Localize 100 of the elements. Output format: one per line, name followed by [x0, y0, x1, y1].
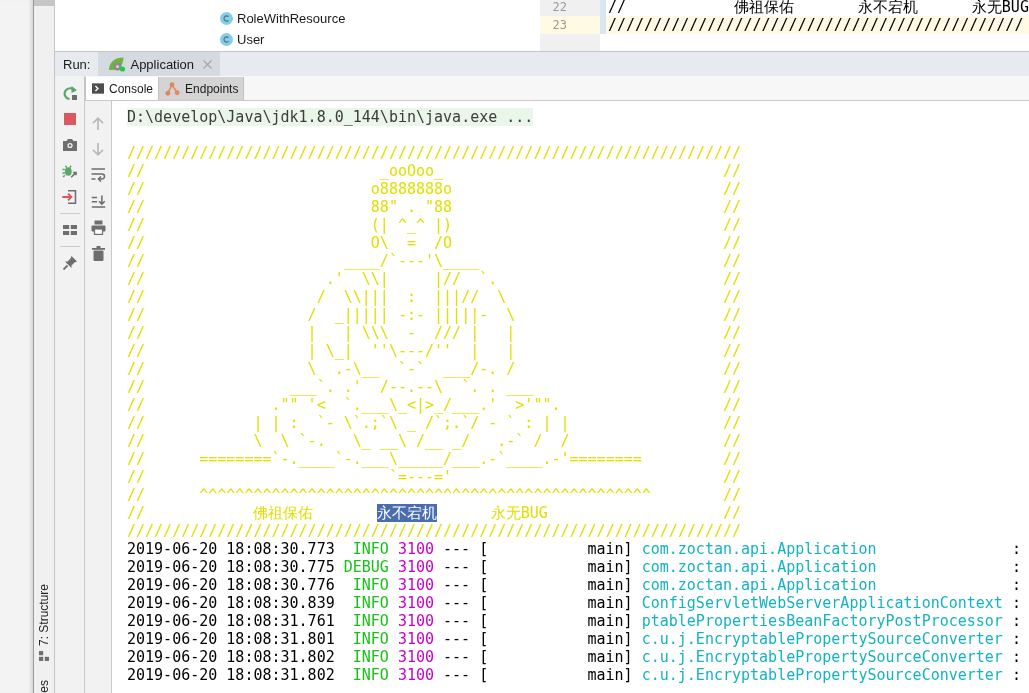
logger-name: ptablePropertiesBeanFactoryPostProcessor [641, 612, 1003, 630]
nodes-icon [165, 81, 181, 96]
log-separator: --- [443, 648, 471, 666]
process-id: 3100 [397, 558, 434, 576]
ascii-art-line: // \ \ `-. \_ __\ /__ _/ .-` / / // [127, 432, 743, 450]
log-delimiter: : [1011, 540, 1021, 558]
log-separator: --- [443, 540, 471, 558]
log-separator: --- [443, 612, 471, 630]
log-timestamp: 2019-06-20 18:08:30.776 [127, 576, 335, 594]
arrow-into-box-icon[interactable] [62, 190, 77, 204]
process-id: 3100 [397, 540, 434, 558]
square-icon[interactable] [63, 113, 76, 125]
process-id: 3100 [397, 648, 434, 666]
thread-name: main] [587, 576, 633, 594]
log-timestamp: 2019-06-20 18:08:31.802 [127, 648, 335, 666]
log-delimiter: : [1011, 648, 1021, 666]
log-timestamp: 2019-06-20 18:08:30.775 [127, 558, 335, 576]
ascii-art-line: // / \\||| : |||// \ // [127, 288, 743, 306]
ascii-art-line: // ____/`---'\____ // [127, 252, 743, 270]
log-timestamp: 2019-06-20 18:08:30.839 [127, 594, 335, 612]
comment-slashes: // [127, 504, 146, 522]
ascii-art-line: // ========`-.____`-.___\_____/___.-`____.-'======== // [127, 450, 743, 468]
line-number: 23 [540, 16, 600, 34]
log-level: INFO [352, 666, 389, 684]
log-delimiter: : [1011, 558, 1021, 576]
log-separator: --- [443, 666, 471, 684]
thread-bracket: [ [479, 612, 489, 630]
console-tab[interactable]: Endpoints [159, 77, 245, 100]
log-level: INFO [352, 594, 389, 612]
logger-name: c.u.j.EncryptablePropertySourceConverter [641, 666, 1003, 684]
logger-name: c.u.j.EncryptablePropertySourceConverter [641, 648, 1003, 666]
logger-name: com.zoctan.api.Application [641, 558, 877, 576]
log-delimiter: : [1011, 666, 1021, 684]
thread-bracket: [ [479, 576, 489, 594]
change-marker [600, 0, 606, 34]
logger-name: ConfigServletWebServerApplicationContext [641, 594, 1003, 612]
thread-bracket: [ [479, 540, 489, 558]
log-timestamp: 2019-06-20 18:08:31.801 [127, 630, 335, 648]
terminal-icon [92, 83, 104, 94]
ascii-art-line: //////////////////////////////////////////////////////////////////// [127, 522, 743, 540]
ascii-art-line: // ^^^^^^^^^^^^^^^^^^^^^^^^^^^^^^^^^^^^^^^^^^^^^^^^^^ // [127, 486, 743, 504]
log-level: INFO [352, 540, 389, 558]
log-delimiter: : [1011, 630, 1021, 648]
ascii-art-line: //////////////////////////////////////////////////////////////////// [127, 144, 743, 162]
arrow-down-to-line-icon[interactable] [90, 194, 106, 208]
line-number: 22 [551, 0, 568, 16]
tree-item-label[interactable]: RoleWithResource [237, 11, 346, 26]
thread-bracket: [ [479, 594, 489, 612]
logger-name: c.u.j.EncryptablePropertySourceConverter [641, 630, 1003, 648]
log-level: INFO [352, 576, 389, 594]
trash-icon[interactable] [91, 245, 105, 261]
thread-name: main] [587, 594, 633, 612]
log-level: DEBUG [343, 558, 389, 576]
tool-window-tab[interactable]: 7: Structure [37, 584, 51, 662]
log-separator: --- [443, 576, 471, 594]
thread-name: main] [587, 630, 633, 648]
ascii-art-line: // | | : `- \`.;`\ _ /`;.`/ - ` : | | // [127, 414, 743, 432]
ascii-art-line: // .' \\| |// `. // [127, 270, 743, 288]
process-id: 3100 [397, 594, 434, 612]
log-timestamp: 2019-06-20 18:08:30.773 [127, 540, 335, 558]
circular-arrow-icon[interactable] [62, 86, 77, 100]
comment-slashes: // [723, 504, 742, 522]
ascii-art-line: // _ooOoo_ // [127, 162, 743, 180]
log-level: INFO [352, 648, 389, 666]
wrap-lines-icon[interactable] [90, 168, 106, 182]
ascii-art-line: // O\ = /O // [127, 234, 743, 252]
log-level: INFO [352, 630, 389, 648]
logger-name: com.zoctan.api.Application [641, 540, 877, 558]
blocks-icon [39, 651, 49, 662]
pin-icon[interactable] [62, 256, 77, 270]
thread-bracket: [ [479, 648, 489, 666]
log-timestamp: 2019-06-20 18:08:31.761 [127, 612, 335, 630]
ascii-art-line: // | | \\\ - /// | | // [127, 324, 743, 342]
log-timestamp: 2019-06-20 18:08:31.802 [127, 666, 335, 684]
thread-name: main] [587, 612, 633, 630]
console-tab[interactable]: Console [85, 77, 160, 100]
motto-text: 永无BUG [490, 504, 548, 522]
ascii-art-line: // 88" . "88 // [127, 198, 743, 216]
tree-item-label[interactable]: User [237, 32, 265, 47]
thread-name: main] [587, 558, 633, 576]
ascii-art-line: // ___`. .' /--.--\ `. . ___ // [127, 378, 743, 396]
leaf-gear-icon [108, 56, 127, 72]
motto-text: 佛祖保佑 [253, 504, 314, 522]
camera-icon[interactable] [62, 139, 77, 151]
log-separator: --- [443, 594, 471, 612]
grid-blocks-icon[interactable] [62, 225, 77, 235]
thread-bracket: [ [479, 630, 489, 648]
ascii-art-line: // `=---=' // [127, 468, 743, 486]
logger-name: com.zoctan.api.Application [641, 576, 877, 594]
tool-window-tab[interactable]: es [37, 680, 51, 693]
log-level: INFO [352, 612, 389, 630]
printer-icon[interactable] [90, 219, 106, 235]
motto-text: 永不宕机 [376, 504, 437, 522]
ascii-art-line: // / _||||| -:- |||||- \ // [127, 306, 743, 324]
bug-icon[interactable] [62, 164, 77, 178]
ascii-art-line: // (| ^_^ |) // [127, 216, 743, 234]
thread-bracket: [ [479, 666, 489, 684]
thread-name: main] [587, 540, 633, 558]
log-delimiter: : [1011, 612, 1021, 630]
run-tab[interactable]: Application [98, 52, 221, 76]
